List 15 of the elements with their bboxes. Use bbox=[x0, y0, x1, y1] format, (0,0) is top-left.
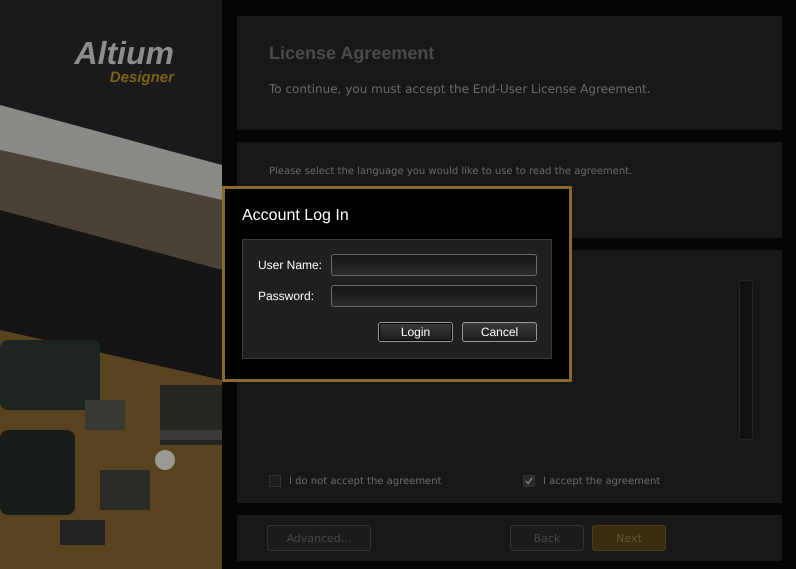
field-label: User Name: bbox=[258, 258, 322, 272]
input-field[interactable] bbox=[331, 285, 537, 307]
checkbox[interactable] bbox=[269, 475, 281, 487]
checkbox-label: I do not accept the agreement bbox=[289, 476, 442, 486]
checkbox[interactable] bbox=[523, 475, 535, 487]
license-subtitle: To continue, you must accept the End-User License Agreement. bbox=[269, 82, 652, 96]
logo-name: Altium bbox=[74, 36, 174, 70]
logo-product: Designer bbox=[110, 70, 174, 86]
language-prompt: Please select the language you would like to use to read the agreement. bbox=[269, 166, 634, 177]
input-field[interactable] bbox=[331, 254, 537, 276]
field-label: Password: bbox=[258, 289, 314, 303]
login-button[interactable]: Login bbox=[378, 322, 453, 342]
cancel-button[interactable]: Cancel bbox=[462, 322, 537, 342]
checkbox-label: I accept the agreement bbox=[543, 476, 660, 486]
dialog-title: Account Log In bbox=[242, 207, 350, 225]
